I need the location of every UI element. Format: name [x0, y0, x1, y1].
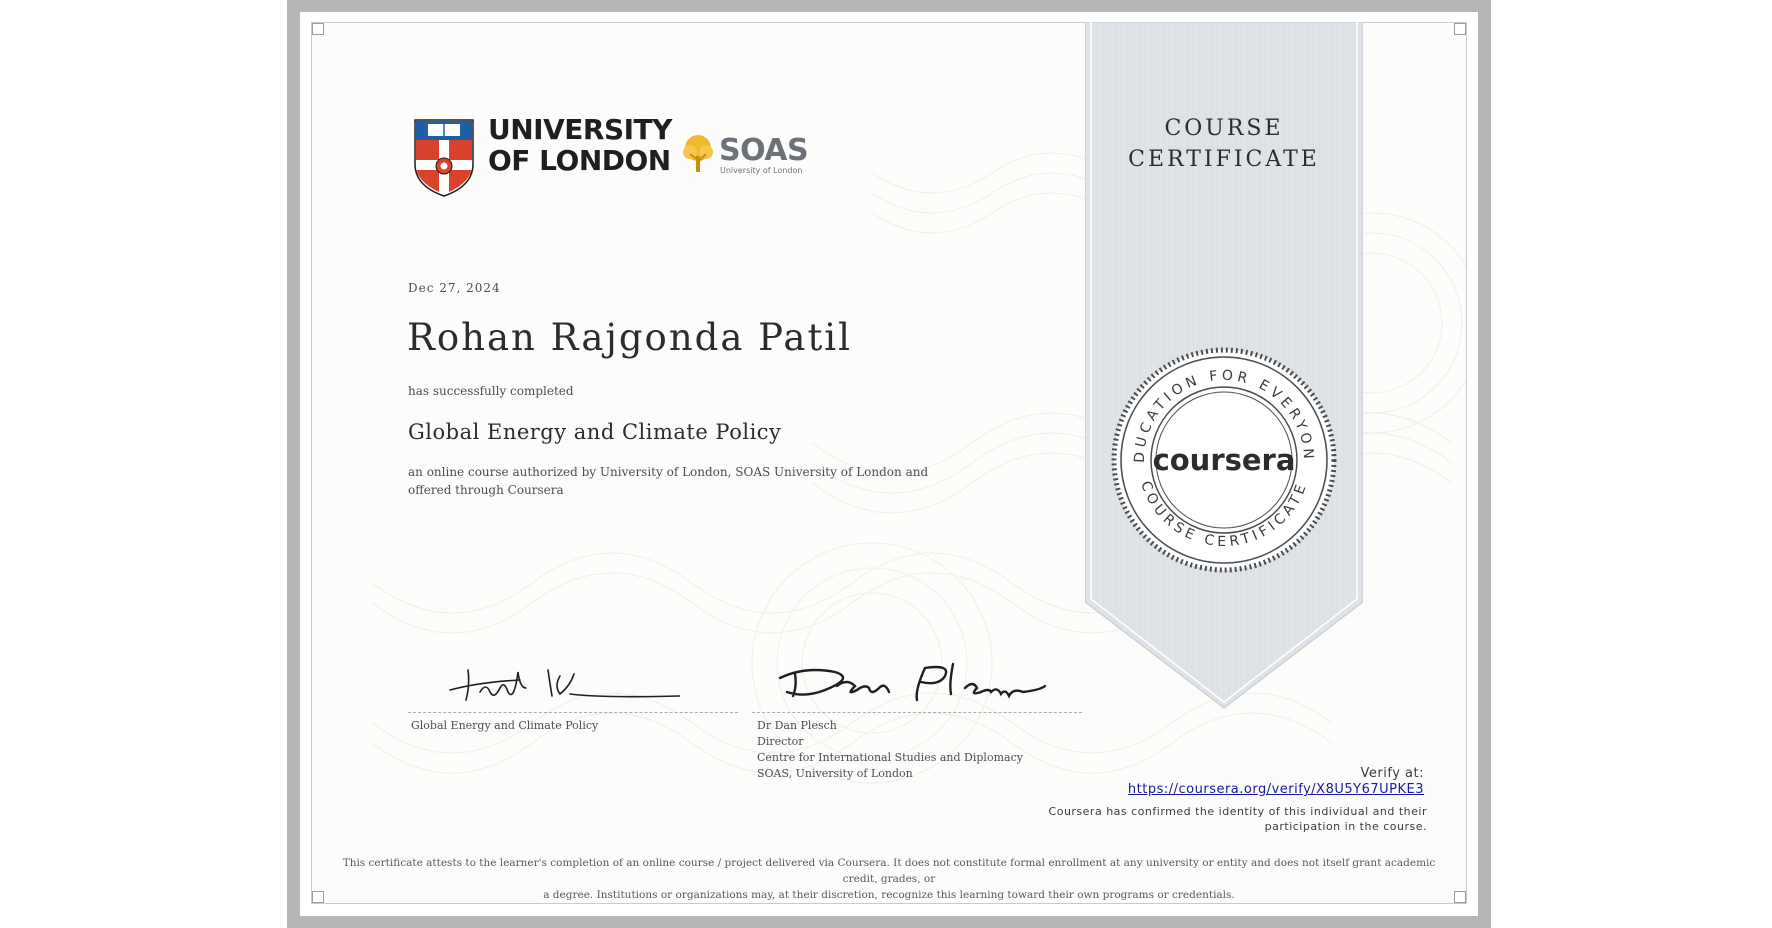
- identity-statement: Coursera has confirmed the identity of t…: [1007, 804, 1427, 834]
- corner-ornament-top-right: [1454, 23, 1466, 35]
- certificate-date: Dec 27, 2024: [408, 281, 501, 295]
- ribbon-title-line-2: CERTIFICATE: [1128, 147, 1320, 172]
- ribbon-title: COURSE CERTIFICATE: [1085, 113, 1363, 175]
- university-line-1: UNIVERSITY: [488, 113, 672, 146]
- signatory-institution: SOAS, University of London: [757, 767, 913, 780]
- seal-brand: coursera: [1153, 443, 1296, 477]
- identity-line-1: Coursera has confirmed the identity of t…: [1048, 805, 1427, 818]
- signatory-department: Centre for International Studies and Dip…: [757, 751, 1023, 764]
- right-signature-image: [778, 662, 1047, 702]
- verify-label: Verify at:: [1360, 766, 1424, 781]
- soas-tree-icon: [683, 135, 713, 172]
- university-line-2: OF LONDON: [488, 144, 671, 177]
- ribbon-title-line-1: COURSE: [1164, 116, 1284, 141]
- disclaimer-line-1: This certificate attests to the learner'…: [342, 857, 1436, 885]
- left-signature-course: Global Energy and Climate Policy: [411, 719, 599, 732]
- corner-ornament-bottom-right: [1454, 891, 1466, 903]
- footer-disclaimer: This certificate attests to the learner'…: [330, 855, 1448, 903]
- recipient-name: Rohan Rajgonda Patil: [407, 316, 852, 359]
- left-signature-caption: Global Energy and Climate Policy: [411, 718, 598, 734]
- disclaimer-line-2: a degree. Institutions or organizations …: [543, 889, 1235, 901]
- corner-ornament-top-left: [312, 23, 324, 35]
- left-signature-image: [449, 669, 680, 701]
- signatory-name: Dr Dan Plesch: [757, 719, 837, 732]
- signatory-title: Director: [757, 735, 804, 748]
- university-of-london-wordmark: UNIVERSITY OF LONDON: [488, 114, 672, 176]
- right-signature-line: [752, 712, 1082, 713]
- course-description: an online course authorized by Universit…: [408, 465, 929, 497]
- completed-statement: has successfully completed: [408, 384, 574, 398]
- verify-link[interactable]: https://coursera.org/verify/X8U5Y67UPKE3: [1128, 782, 1424, 797]
- corner-ornament-bottom-left: [312, 891, 324, 903]
- soas-subtitle: University of London: [720, 166, 803, 175]
- coursera-seal: EDUCATION FOR EVERYONE COURSE CERTIFICAT…: [1110, 346, 1337, 573]
- right-signature-caption: Dr Dan Plesch Director Centre for Intern…: [757, 718, 1023, 782]
- left-signature-line: [408, 712, 738, 713]
- soas-wordmark: SOAS: [719, 133, 809, 168]
- course-title: Global Energy and Climate Policy: [408, 420, 782, 444]
- identity-line-2: participation in the course.: [1264, 820, 1427, 833]
- university-of-london-shield-icon: [414, 119, 474, 197]
